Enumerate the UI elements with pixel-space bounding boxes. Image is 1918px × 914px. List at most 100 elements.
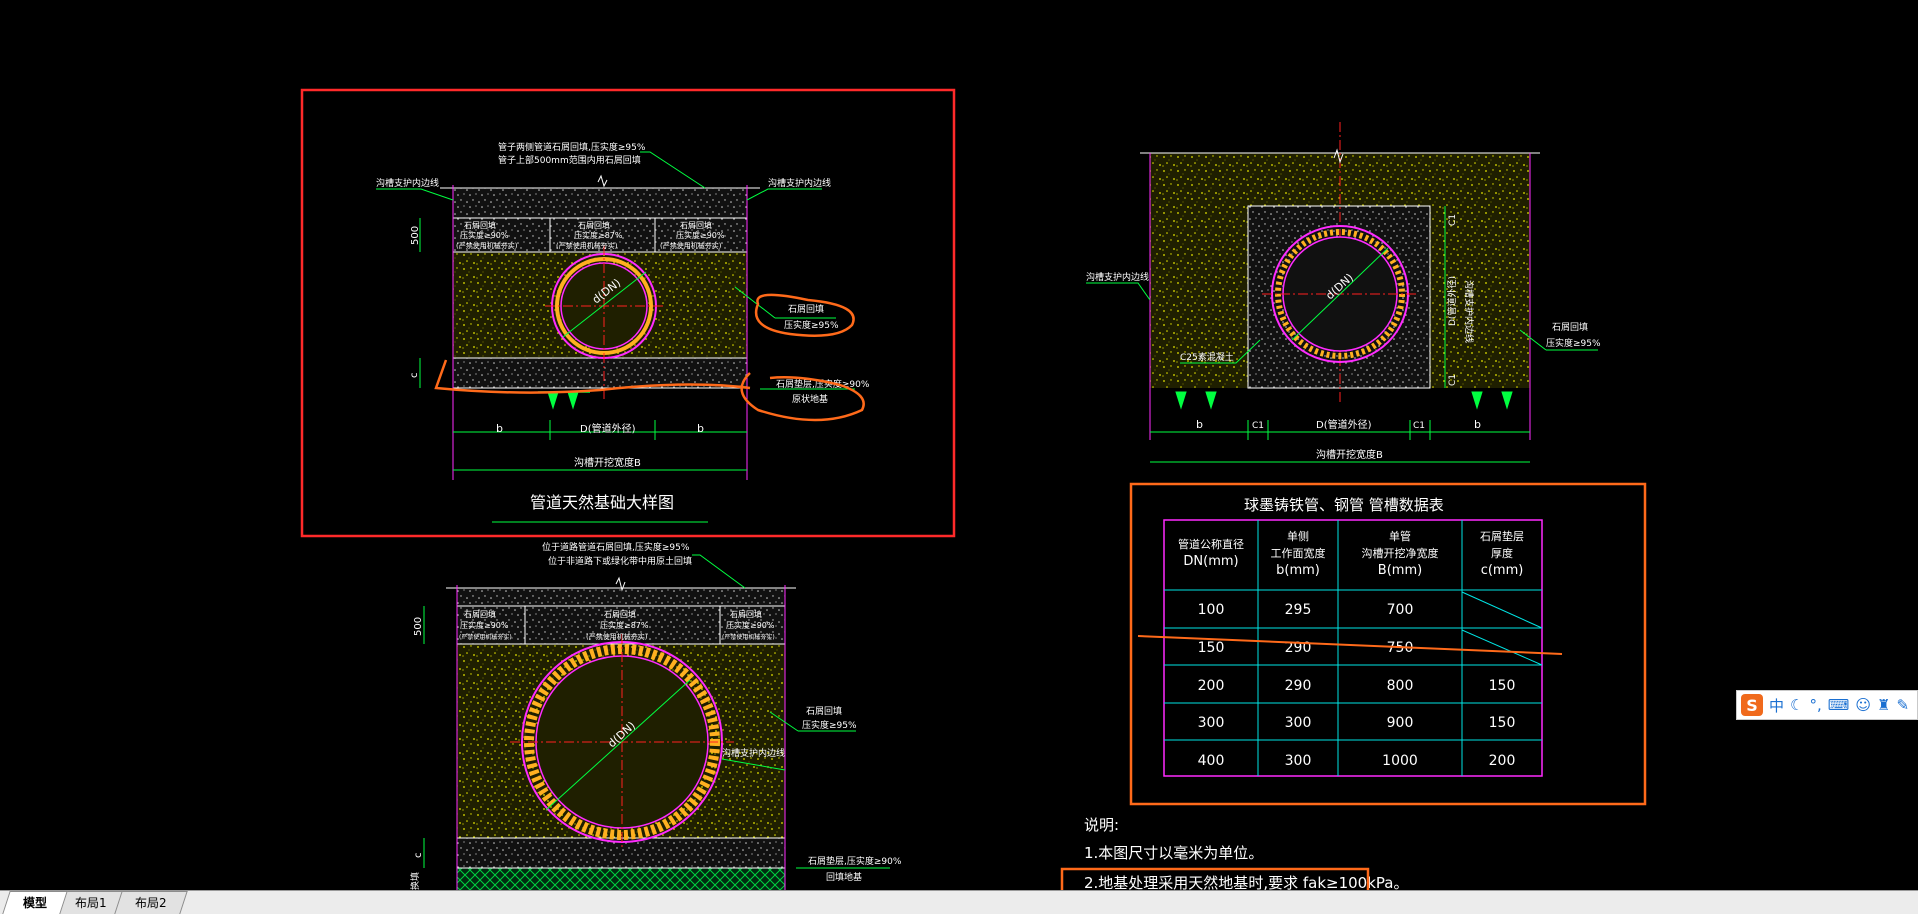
svg-text:管子两侧管道石屑回填,压实度≥95%: 管子两侧管道石屑回填,压实度≥95% xyxy=(498,141,646,153)
table-cell: 150 xyxy=(1198,640,1225,656)
svg-text:石屑回填: 石屑回填 xyxy=(464,220,496,230)
table-header-cell: c(mm) xyxy=(1481,563,1524,578)
svg-text:石屑回填: 石屑回填 xyxy=(680,220,712,230)
wrench-icon[interactable]: ✎ xyxy=(1897,696,1910,714)
table-cell: 800 xyxy=(1387,678,1414,694)
table-cell: 300 xyxy=(1285,753,1312,769)
table-cell: 295 xyxy=(1285,602,1312,618)
svg-text:沟槽支护内边线: 沟槽支护内边线 xyxy=(1086,271,1149,283)
pipe-trench-data-table: 球墨铸铁管、钢管 管槽数据表 管道公称直径 DN(mm) 单侧工作面宽度 b(mm) 单… xyxy=(1129,482,1647,806)
layout-tabs-bar: 模型 布局1 布局2 xyxy=(0,890,1918,914)
table-cell: 200 xyxy=(1198,678,1225,694)
svg-text:压实度≥90%: 压实度≥90% xyxy=(460,230,509,240)
svg-text:石屑回填: 石屑回填 xyxy=(806,705,842,717)
language-toggle[interactable]: 中 xyxy=(1769,695,1784,716)
table-header-cell: 工作面宽度 xyxy=(1271,546,1326,560)
svg-text:沟槽支护内边线: 沟槽支护内边线 xyxy=(768,177,831,189)
user-icon[interactable]: ☺ xyxy=(1855,696,1871,714)
svg-text:C1: C1 xyxy=(1413,421,1425,431)
svg-text:C1: C1 xyxy=(1448,214,1458,226)
table-header-cell: b(mm) xyxy=(1276,563,1320,578)
svg-text:500: 500 xyxy=(410,226,421,245)
shirt-icon[interactable]: ♜ xyxy=(1877,696,1890,714)
svg-text:b: b xyxy=(496,422,503,435)
svg-text:换填: 换填 xyxy=(409,872,421,890)
table-cell: 1000 xyxy=(1382,753,1418,769)
table-header-cell: DN(mm) xyxy=(1183,554,1238,569)
svg-text:b: b xyxy=(697,422,704,435)
svg-text:原状地基: 原状地基 xyxy=(792,393,828,405)
svg-text:石屑回填: 石屑回填 xyxy=(604,609,636,619)
svg-text:C1: C1 xyxy=(1448,374,1458,386)
table-header-cell: 厚度 xyxy=(1491,546,1513,560)
svg-text:位于道路管道石屑回填,压实度≥95%: 位于道路管道石屑回填,压实度≥95% xyxy=(542,541,690,553)
svg-text:石屑垫层,压实度≥90%: 石屑垫层,压实度≥90% xyxy=(776,378,870,390)
svg-text:D(管道外径): D(管道外径) xyxy=(1316,418,1372,431)
table-header-cell: 单管 xyxy=(1389,529,1411,543)
detail-2-concrete-foundation: d(DN) C1 D(管道外径) C1 沟槽支护内边线 沟槽支护内边线 石屑回填… xyxy=(1086,122,1601,463)
svg-text:压实度≥90%: 压实度≥90% xyxy=(460,620,509,630)
svg-text:1.本图尺寸以毫米为单位。: 1.本图尺寸以毫米为单位。 xyxy=(1084,844,1263,862)
table-cell: 150 xyxy=(1489,715,1516,731)
svg-text:压实度≥87%: 压实度≥87% xyxy=(600,620,649,630)
svg-text:沟槽支护内边线: 沟槽支护内边线 xyxy=(1463,280,1475,343)
svg-text:回填地基: 回填地基 xyxy=(826,871,862,883)
svg-text:(严禁使用机械夯实): (严禁使用机械夯实) xyxy=(586,632,648,641)
svg-text:C1: C1 xyxy=(1252,421,1264,431)
table-cell: 200 xyxy=(1489,753,1516,769)
svg-text:石屑回填: 石屑回填 xyxy=(464,609,496,619)
svg-text:压实度≥87%: 压实度≥87% xyxy=(574,230,623,240)
table-cell: 400 xyxy=(1198,753,1225,769)
svg-text:(严禁使用机械夯实): (严禁使用机械夯实) xyxy=(459,633,512,641)
svg-text:石屑回填: 石屑回填 xyxy=(578,220,610,230)
moon-icon[interactable]: ☾ xyxy=(1790,696,1803,714)
svg-text:沟槽支护内边线: 沟槽支护内边线 xyxy=(722,747,785,759)
svg-text:压实度≥95%: 压实度≥95% xyxy=(1546,337,1601,349)
table-header-cell: 单侧 xyxy=(1287,530,1309,543)
sogou-logo[interactable]: S xyxy=(1741,694,1763,716)
svg-text:石屑回填: 石屑回填 xyxy=(788,303,824,315)
svg-text:C25素混凝土: C25素混凝土 xyxy=(1180,351,1234,363)
svg-text:c: c xyxy=(409,373,420,379)
svg-text:(严禁使用机械夯实): (严禁使用机械夯实) xyxy=(456,241,518,250)
table-cell: 300 xyxy=(1198,715,1225,731)
svg-text:压实度≥90%: 压实度≥90% xyxy=(726,620,775,630)
table-header-cell: 沟槽开挖净宽度 xyxy=(1362,546,1439,560)
svg-text:位于非道路下或绿化带中用原土回填: 位于非道路下或绿化带中用原土回填 xyxy=(548,555,692,567)
table-cell: 700 xyxy=(1387,602,1414,618)
tab-layout-2[interactable]: 布局2 xyxy=(113,891,188,914)
cad-drawing-canvas[interactable]: d(DN) 管子两侧管道石屑回填,压实度≥95% 管子上部500mm范围内用石屑… xyxy=(0,0,1918,890)
detail-1-title: 管道天然基础大样图 xyxy=(530,493,674,512)
svg-text:D(管道外径): D(管道外径) xyxy=(1446,276,1458,326)
tab-model[interactable]: 模型 xyxy=(2,891,68,914)
table-cell: 900 xyxy=(1387,715,1414,731)
ime-toolbar[interactable]: S 中 ☾ °, ⌨ ☺ ♜ ✎ xyxy=(1736,690,1918,720)
svg-text:压实度≥90%: 压实度≥90% xyxy=(676,230,725,240)
detail-1-natural-foundation: d(DN) 管子两侧管道石屑回填,压实度≥95% 管子上部500mm范围内用石屑… xyxy=(300,88,956,538)
svg-text:石屑回填: 石屑回填 xyxy=(1552,321,1588,333)
detail-3-large-pipe-foundation: d(DN) 位于道路管道石屑回填,压实度≥95% 位于非道路下或绿化带中用原土回… xyxy=(409,541,902,890)
table-cell: 290 xyxy=(1285,678,1312,694)
svg-text:D(管道外径): D(管道外径) xyxy=(580,422,636,435)
svg-text:压实度≥95%: 压实度≥95% xyxy=(784,319,839,331)
table-title: 球墨铸铁管、钢管 管槽数据表 xyxy=(1244,496,1444,514)
svg-text:(严禁使用机械夯实): (严禁使用机械夯实) xyxy=(722,633,775,641)
svg-text:500: 500 xyxy=(413,617,424,636)
svg-text:压实度≥95%: 压实度≥95% xyxy=(802,719,857,731)
svg-text:c: c xyxy=(413,853,424,859)
svg-text:石屑回填: 石屑回填 xyxy=(730,609,762,619)
table-cell: 150 xyxy=(1489,678,1516,694)
general-notes: 说明: 1.本图尺寸以毫米为单位。 2.地基处理采用天然地基时,要求 fak≥1… xyxy=(1060,816,1408,890)
keyboard-icon[interactable]: ⌨ xyxy=(1828,696,1850,714)
table-cell: 100 xyxy=(1198,602,1225,618)
svg-text:2.地基处理采用天然地基时,要求 fak≥100kPa。: 2.地基处理采用天然地基时,要求 fak≥100kPa。 xyxy=(1084,874,1408,890)
punctuation-icon[interactable]: °, xyxy=(1809,696,1821,714)
svg-text:管子上部500mm范围内用石屑回填: 管子上部500mm范围内用石屑回填 xyxy=(498,154,641,166)
svg-text:沟槽开挖宽度B: 沟槽开挖宽度B xyxy=(574,456,641,469)
svg-text:b: b xyxy=(1474,418,1481,431)
svg-text:石屑垫层,压实度≥90%: 石屑垫层,压实度≥90% xyxy=(808,855,902,867)
svg-text:(严禁使用机械夯实): (严禁使用机械夯实) xyxy=(556,241,618,250)
table-header-cell: 石屑垫层 xyxy=(1480,529,1524,543)
table-cell: 300 xyxy=(1285,715,1312,731)
svg-text:沟槽开挖宽度B: 沟槽开挖宽度B xyxy=(1316,448,1383,461)
